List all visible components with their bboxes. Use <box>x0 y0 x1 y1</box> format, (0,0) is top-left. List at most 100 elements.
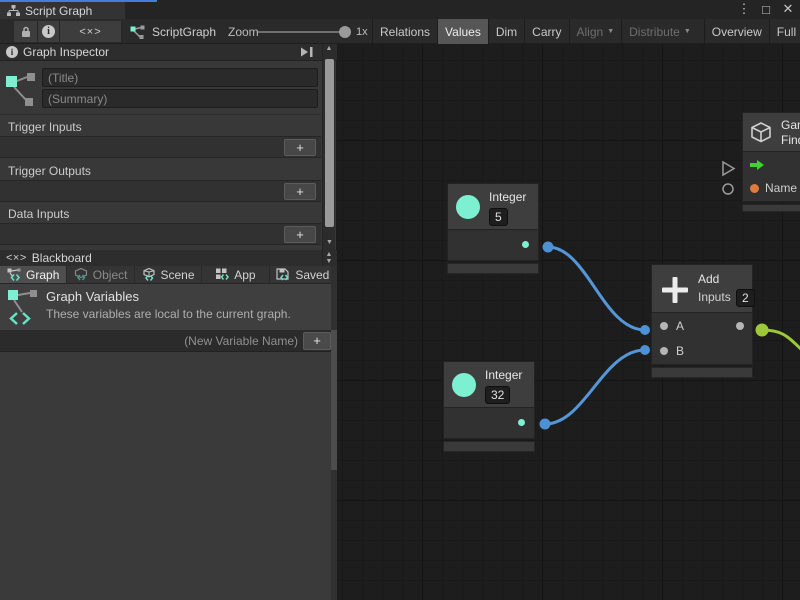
add-trigger-output-button[interactable]: + <box>284 183 316 200</box>
dim-button[interactable]: Dim <box>488 19 524 44</box>
add-trigger-input-button[interactable]: + <box>284 139 316 156</box>
node-gameobject-find[interactable]: GameObject Find Name <box>742 112 800 212</box>
graph-toolbar: i <×> ScriptGraph Zoom 1x Relations Valu… <box>0 19 800 44</box>
tab-scene[interactable]: Scene <box>135 266 202 283</box>
add-variable-button[interactable]: + <box>303 332 331 350</box>
info-icon: i <box>6 46 18 58</box>
graph-breadcrumb[interactable]: ScriptGraph <box>130 19 216 44</box>
carry-button[interactable]: Carry <box>524 19 568 44</box>
graph-canvas[interactable]: Integer 5 Integer 32 <box>337 44 800 600</box>
dock-icon[interactable] <box>299 46 315 58</box>
inspect-button[interactable]: i <box>38 21 60 42</box>
wire-add-output <box>762 330 800 351</box>
node-value-bar <box>447 263 539 274</box>
tab-app[interactable]: App <box>202 266 269 283</box>
node-title: Add <box>698 272 719 286</box>
scroll-up-icon[interactable]: ▲ <box>323 44 335 54</box>
graph-summary-field[interactable] <box>42 89 318 108</box>
gameobject-cube-icon <box>748 120 774 146</box>
new-variable-input[interactable] <box>4 331 298 350</box>
app-variables-icon <box>215 268 230 281</box>
zoom-slider-handle[interactable] <box>339 26 351 38</box>
node-value-bar <box>742 204 800 212</box>
relations-button[interactable]: Relations <box>372 19 437 44</box>
lock-icon <box>20 25 32 38</box>
scroll-up-icon[interactable]: ▲ <box>323 250 335 258</box>
graph-variables-icon <box>7 268 22 281</box>
wire-endpoint-blue[interactable] <box>540 419 551 430</box>
node-integer-5[interactable]: Integer 5 <box>447 183 539 274</box>
scroll-down-icon[interactable]: ▼ <box>323 238 336 248</box>
data-inputs-list: + <box>0 223 321 245</box>
info-icon: i <box>42 25 55 38</box>
window-menu-icon[interactable]: ⋮ <box>736 1 752 17</box>
inspector-scrollbar[interactable]: ▲ ▼ <box>322 44 335 250</box>
hierarchy-icon <box>7 5 20 16</box>
graph-inspector-header: i Graph Inspector <box>0 44 337 61</box>
script-graph-window: Script Graph ⋮ □ ✕ i <×> <box>0 0 800 600</box>
object-variables-icon <box>74 268 89 281</box>
tab-graph[interactable]: Graph <box>0 266 67 283</box>
integer-value-field[interactable]: 5 <box>489 208 508 226</box>
wire-int2-to-addB <box>545 350 645 424</box>
node-title-line2: Find <box>781 133 800 147</box>
graph-variables-info: Graph Variables These variables are loca… <box>0 284 337 330</box>
integer-literal-icon <box>456 195 480 219</box>
wire-endpoint-blue[interactable] <box>640 345 650 355</box>
output-port[interactable] <box>518 419 525 426</box>
node-title: Integer <box>489 190 526 204</box>
wire-endpoint-blue[interactable] <box>640 325 650 335</box>
trigger-outputs-label: Trigger Outputs <box>8 164 91 178</box>
zoom-slider-track[interactable] <box>258 31 346 33</box>
blackboard-header: <×> Blackboard <box>0 250 337 267</box>
tab-script-graph[interactable]: Script Graph <box>0 2 125 19</box>
distribute-dropdown[interactable]: Distribute ▼ <box>621 19 698 44</box>
wire-int1-to-addA <box>548 247 645 330</box>
saved-variables-icon <box>276 268 291 281</box>
inputs-label: Inputs <box>698 290 731 304</box>
output-port[interactable] <box>736 322 744 330</box>
trigger-inputs-list: + <box>0 136 321 158</box>
variables-toggle-button[interactable]: <×> <box>60 21 122 42</box>
variables-icon: <×> <box>6 252 27 264</box>
output-port[interactable] <box>522 241 529 248</box>
node-add[interactable]: Add Inputs 2 A B <box>651 264 753 378</box>
align-dropdown[interactable]: Align ▼ <box>569 19 622 44</box>
integer-value-field[interactable]: 32 <box>485 386 510 404</box>
graph-title-icon <box>6 70 36 110</box>
plus-icon <box>660 275 690 305</box>
trigger-input-marker[interactable] <box>723 162 734 175</box>
node-value-bar <box>651 367 753 378</box>
input-port-a[interactable] <box>660 322 668 330</box>
tab-object[interactable]: Object <box>67 266 134 283</box>
inputs-count-field[interactable]: 2 <box>736 289 755 307</box>
blackboard-tabs: Graph Object Scene <box>0 266 337 284</box>
data-input-marker[interactable] <box>723 184 733 194</box>
input-port-b[interactable] <box>660 347 668 355</box>
wire-endpoint-blue[interactable] <box>543 242 554 253</box>
data-inputs-label: Data Inputs <box>8 207 69 221</box>
scene-variables-icon <box>142 268 157 281</box>
close-icon[interactable]: ✕ <box>780 1 796 17</box>
variables-empty-area <box>0 352 331 600</box>
tab-saved[interactable]: Saved <box>270 266 337 283</box>
scrollbar-thumb[interactable] <box>325 59 334 227</box>
graph-title-field[interactable] <box>42 68 318 87</box>
wire-endpoint-green[interactable] <box>756 324 769 337</box>
blackboard-scroll-arrows[interactable]: ▲ ▼ <box>322 250 335 267</box>
overview-button[interactable]: Overview <box>704 19 769 44</box>
title-bar: Script Graph ⋮ □ ✕ <box>0 0 800 19</box>
scroll-down-icon[interactable]: ▼ <box>323 258 335 266</box>
values-button[interactable]: Values <box>437 19 488 44</box>
side-panel: i Graph Inspector ▲ ▼ Trigger Inputs + T… <box>0 44 337 600</box>
trigger-port-arrow-icon[interactable] <box>749 159 765 171</box>
node-title: Integer <box>485 368 522 382</box>
add-data-input-button[interactable]: + <box>284 226 316 243</box>
trigger-inputs-label: Trigger Inputs <box>8 120 82 134</box>
maximize-icon[interactable]: □ <box>758 2 774 17</box>
name-input-port[interactable] <box>750 184 759 193</box>
node-integer-32[interactable]: Integer 32 <box>443 361 535 452</box>
full-screen-button[interactable]: Full Screen <box>769 19 800 44</box>
graph-name: ScriptGraph <box>152 25 216 39</box>
lock-button[interactable] <box>14 21 38 42</box>
